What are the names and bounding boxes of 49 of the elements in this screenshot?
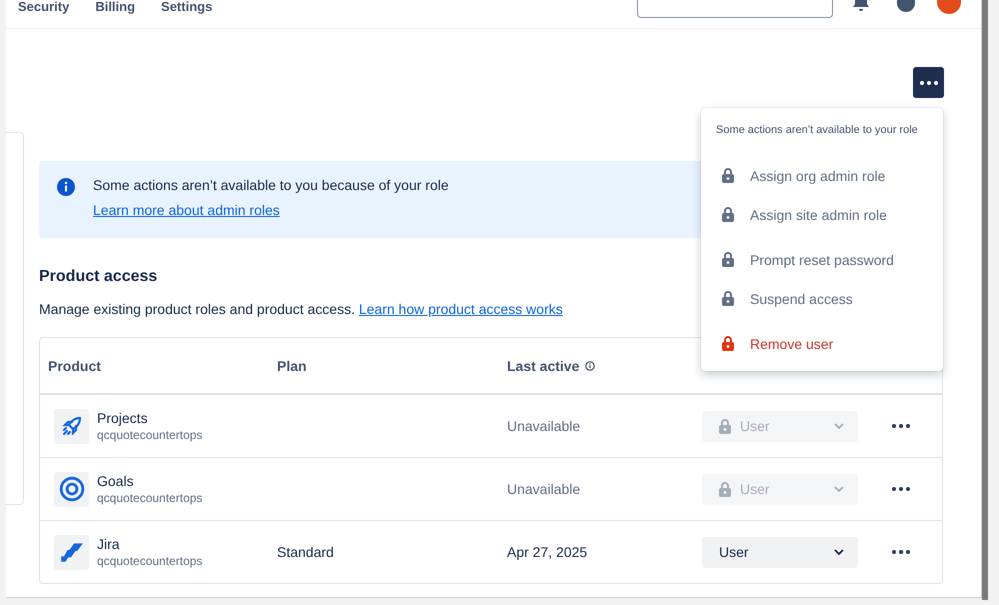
last-active-cell: Unavailable: [507, 481, 580, 497]
more-icon: [892, 550, 910, 554]
product-name: Jira: [97, 536, 121, 552]
lock-icon: [722, 336, 734, 351]
menu-note: Some actions aren’t available to your role: [715, 124, 919, 136]
more-icon: [892, 487, 910, 491]
last-active-cell: Unavailable: [507, 418, 580, 434]
chevron-icon: [834, 486, 844, 492]
product-name: Goals: [97, 473, 135, 489]
role-select[interactable]: User: [702, 536, 858, 568]
lock-icon: [719, 418, 731, 434]
column-header: Plan: [277, 358, 307, 374]
site-name: qcquotecountertops: [97, 428, 202, 442]
last-active-cell: Apr 27, 2025: [507, 544, 588, 560]
info-icon: [57, 178, 75, 196]
more-button[interactable]: [913, 67, 944, 98]
nav-link[interactable]: Security: [18, 0, 70, 14]
site-name: qcquotecountertops: [97, 491, 202, 505]
menu-item[interactable]: Assign site admin role: [701, 195, 943, 234]
more-icon: [920, 80, 938, 84]
lock-icon: [719, 482, 731, 496]
product-name: Projects: [97, 410, 149, 426]
column-header: Last active: [507, 358, 580, 374]
lock-icon: [722, 207, 734, 222]
chevron-icon: [834, 549, 844, 555]
rocket-icon: [60, 414, 84, 438]
bell-icon[interactable]: [853, 0, 869, 12]
menu-item[interactable]: Assign org admin role: [701, 156, 943, 195]
search-field[interactable]: [637, 0, 833, 18]
nav-link[interactable]: Settings: [161, 0, 212, 14]
avatar[interactable]: [937, 0, 961, 14]
column-header: Product: [48, 358, 101, 374]
plan-cell: Standard: [277, 544, 334, 560]
menu-item[interactable]: Prompt reset password: [701, 240, 943, 279]
section-title: Product access: [39, 268, 158, 286]
site-name: qcquotecountertops: [97, 554, 202, 568]
chevron-icon: [834, 423, 844, 429]
lock-icon: [722, 252, 734, 267]
learn-more-link[interactable]: Learn more about admin roles: [93, 202, 280, 218]
menu-item[interactable]: Suspend access: [701, 279, 943, 318]
lock-icon: [722, 168, 734, 183]
more-icon: [892, 424, 910, 428]
help-icon[interactable]: [897, 0, 915, 12]
lock-icon: [722, 291, 734, 306]
menu-item[interactable]: Remove user: [701, 324, 943, 363]
product-access-link[interactable]: Learn how product access works: [358, 301, 563, 317]
target-icon: [58, 476, 84, 502]
banner-message: Some actions aren’t available to you because of your role: [93, 177, 449, 193]
nav-link[interactable]: Billing: [95, 0, 136, 14]
